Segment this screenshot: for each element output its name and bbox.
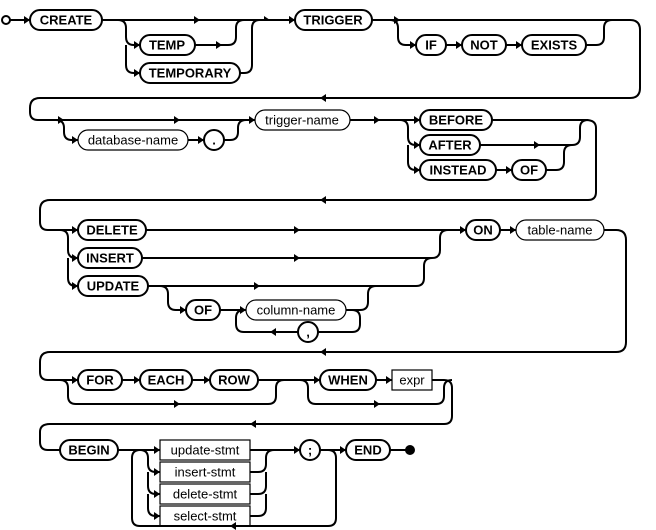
label: INSERT	[86, 250, 134, 265]
label: DELETE	[86, 222, 138, 237]
keyword-update: UPDATE	[78, 276, 148, 296]
var-table-name: table-name	[516, 220, 604, 240]
label: CREATE	[40, 12, 93, 27]
label: NOT	[470, 37, 498, 52]
label: OF	[520, 162, 538, 177]
var-column-name: column-name	[246, 300, 346, 320]
label: column-name	[257, 302, 336, 317]
label: .	[212, 132, 216, 147]
ref-expr: expr	[392, 370, 432, 390]
label: FOR	[86, 372, 114, 387]
keyword-create: CREATE	[30, 10, 102, 30]
punct-comma: ,	[298, 322, 318, 342]
label: IF	[425, 37, 437, 52]
punct-semicolon: ;	[300, 440, 320, 460]
svg-text:TEMP: TEMP	[149, 37, 185, 52]
keyword-for: FOR	[78, 370, 122, 390]
label: select-stmt	[174, 508, 237, 523]
keyword-when: WHEN	[320, 370, 376, 390]
var-trigger-name: trigger-name	[255, 110, 350, 130]
label: ON	[473, 222, 493, 237]
keyword-of-instead: OF	[512, 160, 546, 180]
keyword-before: BEFORE	[420, 110, 492, 130]
label: ROW	[218, 372, 251, 387]
label: table-name	[527, 222, 592, 237]
keyword-instead: INSTEAD	[420, 160, 496, 180]
label: AFTER	[428, 137, 472, 152]
label: expr	[399, 372, 425, 387]
syntax-diagram: CREATE TEMP TEMPORARY	[0, 0, 656, 530]
keyword-on: ON	[466, 220, 500, 240]
keyword-delete: DELETE	[78, 220, 146, 240]
keyword-insert: INSERT	[78, 248, 142, 268]
keyword-begin: BEGIN	[60, 440, 118, 460]
ref-update-stmt: update-stmt	[160, 440, 250, 460]
keyword-end: END	[346, 440, 390, 460]
label: TRIGGER	[303, 12, 363, 27]
label: trigger-name	[265, 112, 339, 127]
keyword-row: ROW	[210, 370, 258, 390]
var-database-name: database-name	[78, 130, 188, 150]
keyword-of-update: OF	[186, 300, 220, 320]
ref-insert-stmt: insert-stmt	[160, 462, 250, 482]
label: END	[354, 442, 381, 457]
label: OF	[194, 302, 212, 317]
keyword-after: AFTER	[420, 135, 480, 155]
keyword-trigger: TRIGGER	[295, 10, 372, 30]
keyword-each: EACH	[140, 370, 192, 390]
label: database-name	[88, 132, 178, 147]
label: insert-stmt	[175, 464, 236, 479]
label: INSTEAD	[429, 162, 486, 177]
ref-delete-stmt: delete-stmt	[160, 484, 250, 504]
label: UPDATE	[87, 278, 140, 293]
svg-text:TEMPORARY: TEMPORARY	[149, 65, 232, 80]
label: ;	[308, 442, 312, 457]
ref-select-stmt: select-stmt	[160, 506, 250, 526]
label: delete-stmt	[173, 486, 238, 501]
keyword-if: IF	[416, 35, 446, 55]
label: ,	[306, 324, 310, 339]
label: BEGIN	[68, 442, 109, 457]
keyword-not: NOT	[462, 35, 506, 55]
punct-dot: .	[204, 130, 224, 150]
label: BEFORE	[429, 112, 484, 127]
label: update-stmt	[171, 442, 240, 457]
label: EXISTS	[531, 37, 578, 52]
label: WHEN	[328, 372, 368, 387]
keyword-exists: EXISTS	[522, 35, 586, 55]
label: EACH	[148, 372, 185, 387]
